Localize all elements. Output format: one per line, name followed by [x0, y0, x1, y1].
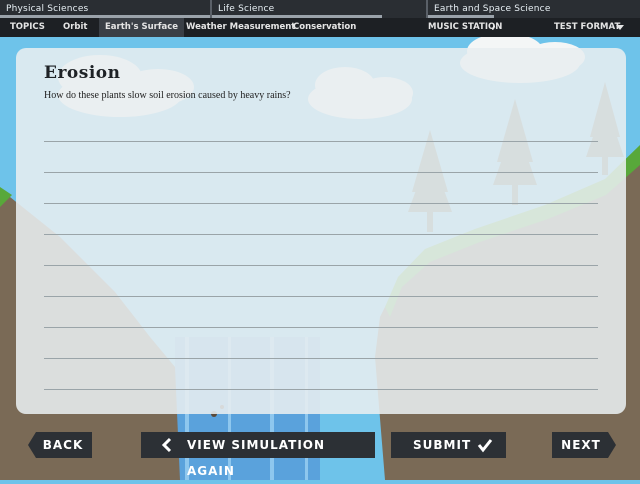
- question-card: Erosion How do these plants slow soil er…: [16, 48, 626, 414]
- next-button-label: NEXT: [561, 438, 601, 452]
- subject-tab-earth-space-science[interactable]: Earth and Space Science: [428, 0, 640, 18]
- back-button-label: BACK: [42, 438, 84, 452]
- checkmark-icon: [477, 439, 493, 453]
- nav-conservation[interactable]: Conservation: [293, 18, 356, 37]
- question-title: Erosion: [44, 63, 121, 83]
- view-simulation-button[interactable]: VIEW SIMULATION AGAIN: [141, 432, 375, 478]
- music-note-icon[interactable]: ♪: [491, 18, 496, 37]
- topic-nav-bar: TOPICS Orbit Earth's Surface Weather Mea…: [0, 18, 640, 37]
- subject-tab-physical-sciences[interactable]: Physical Sciences: [0, 0, 210, 18]
- subject-bar: Physical Sciences Life Science Earth and…: [0, 0, 640, 18]
- subject-tab-life-science[interactable]: Life Science: [212, 0, 426, 18]
- answer-textarea[interactable]: [44, 112, 598, 402]
- submit-button[interactable]: SUBMIT: [391, 432, 506, 458]
- nav-test-format[interactable]: TEST FORMAT: [554, 18, 620, 37]
- submit-button-label: SUBMIT: [413, 438, 472, 452]
- nav-orbit[interactable]: Orbit: [63, 18, 87, 37]
- subject-tab-label: Life Science: [218, 4, 275, 14]
- back-button[interactable]: BACK: [28, 432, 92, 458]
- nav-weather-measurement[interactable]: Weather Measurement: [186, 18, 295, 37]
- next-button[interactable]: NEXT: [552, 432, 616, 458]
- chevron-left-icon: [161, 437, 172, 453]
- subject-tab-label: Earth and Space Science: [434, 4, 551, 14]
- nav-topics[interactable]: TOPICS: [10, 18, 45, 37]
- question-text: How do these plants slow soil erosion ca…: [44, 90, 291, 101]
- nav-earths-surface[interactable]: Earth's Surface: [99, 18, 185, 37]
- chevron-down-icon[interactable]: [616, 25, 624, 30]
- subject-tab-label: Physical Sciences: [6, 4, 89, 14]
